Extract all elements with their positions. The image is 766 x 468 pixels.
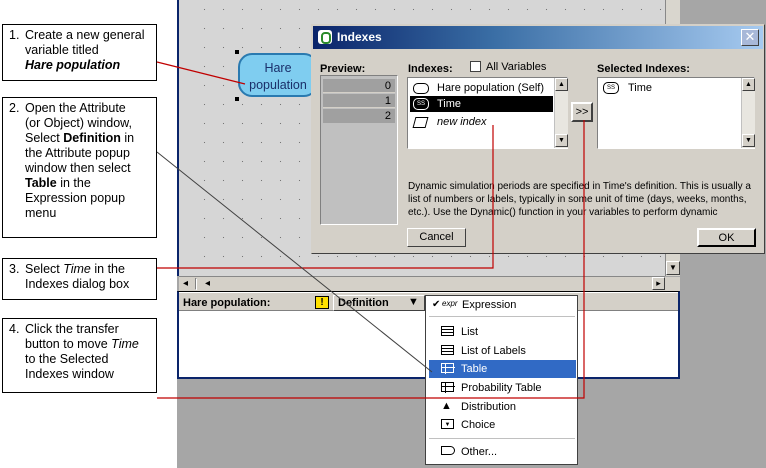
callout-3-pointer: [157, 125, 494, 269]
callout-2-pointer: [156, 151, 433, 373]
callout-4-pointer: [157, 120, 585, 399]
annotation-lines: [156, 61, 585, 399]
callout-1-pointer: [156, 61, 246, 85]
